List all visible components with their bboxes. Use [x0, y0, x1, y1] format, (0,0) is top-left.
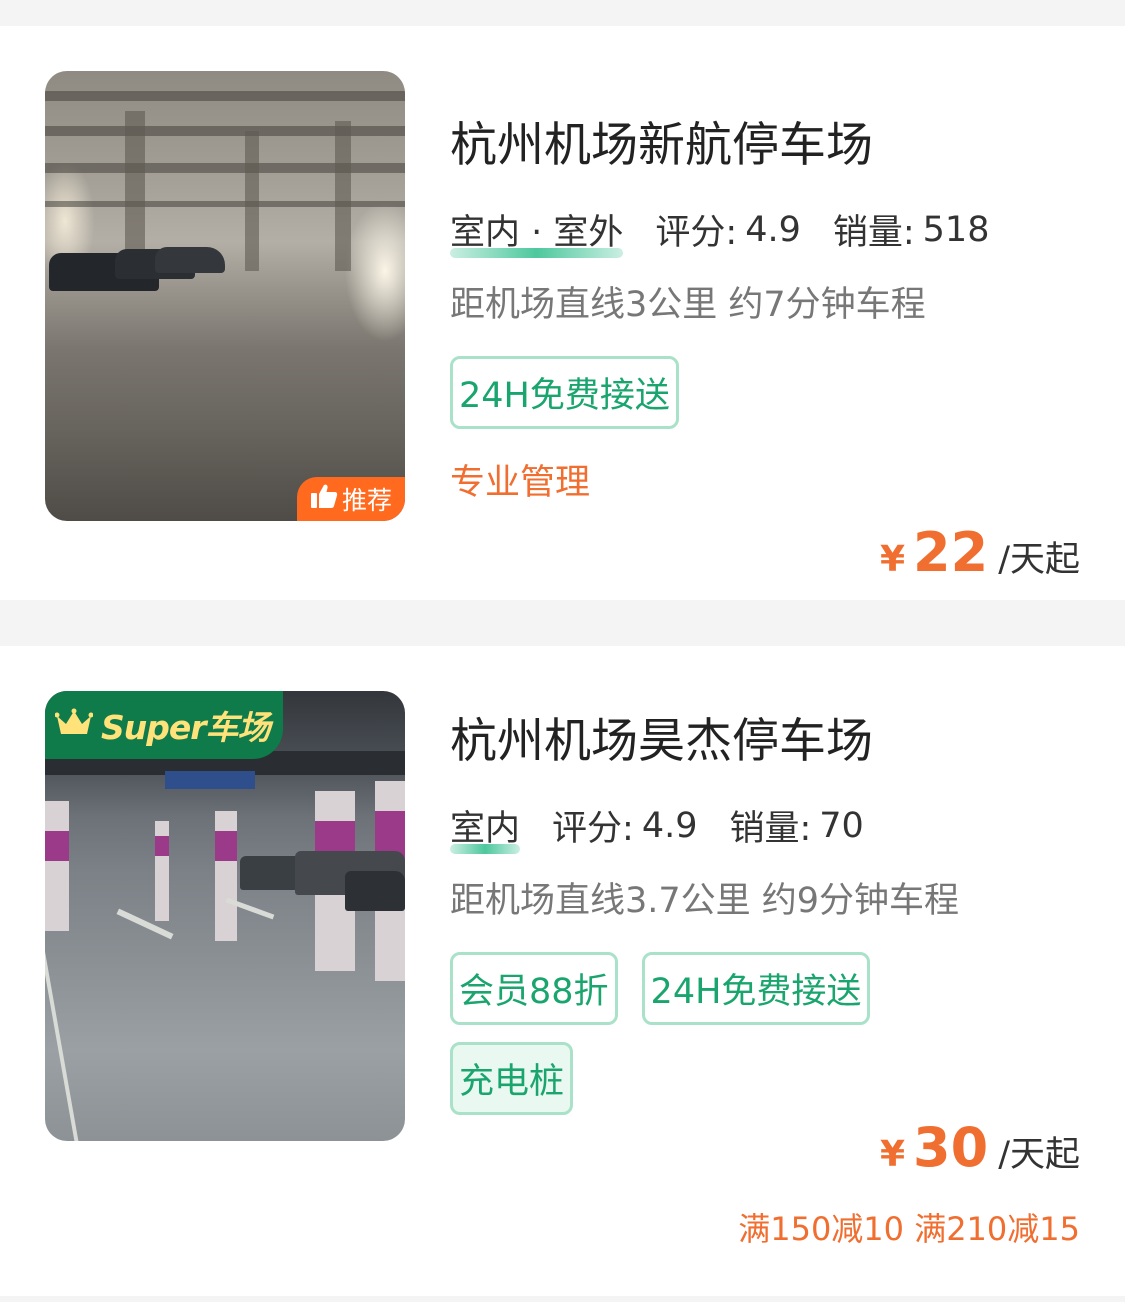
- thumbs-up-icon: [310, 483, 338, 515]
- tag-list: 充电桩: [450, 1042, 574, 1115]
- rating-label: 评分:: [552, 809, 634, 849]
- feature-text: 专业管理: [450, 463, 591, 503]
- top-spacer: [0, 0, 1125, 26]
- tag-list: 24H免费接送: [450, 356, 679, 429]
- super-badge-label: Super车场: [101, 708, 271, 747]
- price-unit: /天起: [998, 540, 1080, 580]
- location-type: 室内 · 室外: [450, 204, 624, 258]
- parking-card[interactable]: 推荐 杭州机场新航停车场 室内 · 室外 评分: 4.9 销量: 518 距机场…: [0, 26, 1125, 600]
- rating-value: 4.9: [745, 209, 801, 250]
- promo-text: 满150减10 满210减15: [738, 1210, 1080, 1248]
- sales-label: 销量:: [832, 213, 915, 253]
- rating-label: 评分:: [655, 213, 738, 253]
- price: ¥ 22 /天起: [880, 521, 1080, 584]
- distance-text: 距机场直线3公里 约7分钟车程: [450, 285, 926, 325]
- price-amount: 22: [913, 521, 989, 584]
- tag-list: 会员88折 24H免费接送: [450, 952, 871, 1025]
- currency-symbol: ¥: [879, 539, 906, 580]
- price: ¥ 30 /天起: [880, 1116, 1080, 1179]
- distance-text: 距机场直线3.7公里 约9分钟车程: [450, 881, 960, 921]
- price-amount: 30: [913, 1116, 989, 1179]
- sales-value: 70: [819, 805, 864, 846]
- sales-value: 518: [922, 209, 990, 250]
- recommend-badge: 推荐: [297, 477, 405, 521]
- parking-photo[interactable]: Super车场: [45, 691, 405, 1141]
- garage-image: [45, 71, 405, 521]
- sales-label: 销量:: [729, 809, 812, 849]
- parking-card[interactable]: Super车场 杭州机场昊杰停车场 室内 评分: 4.9 销量: 70 距机场直…: [0, 646, 1125, 1296]
- tag-shuttle: 24H免费接送: [641, 952, 871, 1025]
- location-type: 室内: [450, 800, 521, 854]
- crown-icon: [54, 708, 94, 742]
- parking-photo[interactable]: 推荐: [45, 71, 405, 521]
- currency-symbol: ¥: [879, 1134, 906, 1175]
- tag-member-discount: 会员88折: [450, 952, 618, 1025]
- recommend-badge-label: 推荐: [341, 486, 392, 515]
- price-unit: /天起: [998, 1135, 1080, 1175]
- card-divider: [0, 600, 1125, 646]
- tag-shuttle: 24H免费接送: [450, 356, 679, 429]
- parking-name[interactable]: 杭州机场新航停车场: [450, 106, 873, 175]
- parking-name[interactable]: 杭州机场昊杰停车场: [450, 702, 873, 771]
- parking-meta: 室内 评分: 4.9 销量: 70: [450, 800, 896, 854]
- parking-meta: 室内 · 室外 评分: 4.9 销量: 518: [450, 204, 1021, 258]
- tag-charging: 充电桩: [450, 1042, 574, 1115]
- rating-value: 4.9: [641, 805, 698, 846]
- super-badge: Super车场: [45, 691, 283, 759]
